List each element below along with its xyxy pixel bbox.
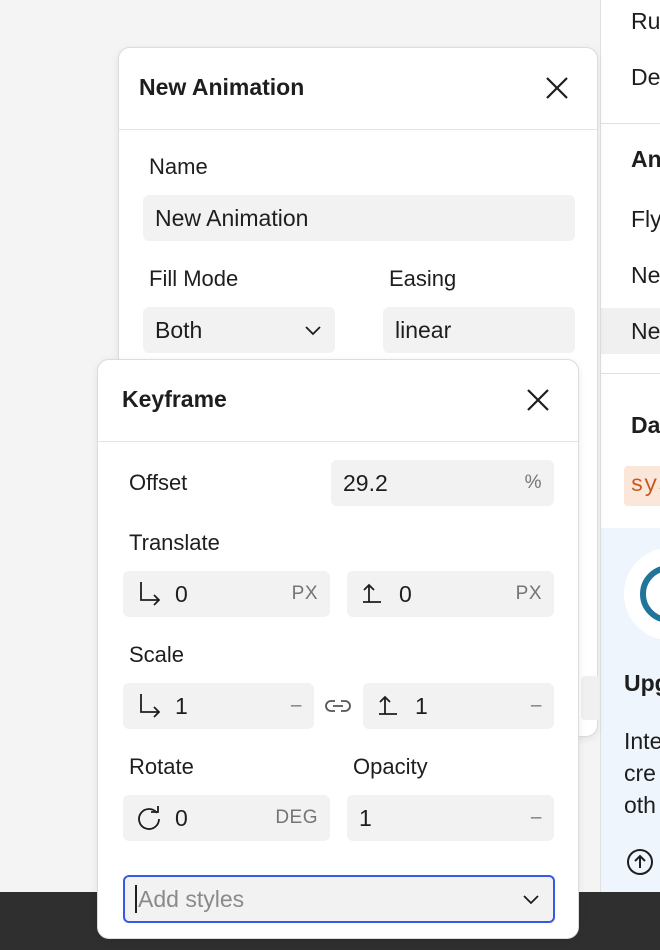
name-label: Name xyxy=(149,154,208,179)
sidebar-item-2[interactable]: De xyxy=(631,64,660,91)
axis-y-icon xyxy=(363,583,381,603)
promo-line-3: oth xyxy=(624,792,656,818)
name-input[interactable]: New Animation xyxy=(143,195,575,241)
sidebar-section-animations-title: An xyxy=(631,146,660,172)
hidden-row xyxy=(581,676,599,720)
axis-x-icon xyxy=(140,694,161,718)
rotate-input[interactable]: 0 DEG xyxy=(123,795,330,841)
opacity-label: Opacity xyxy=(353,754,428,779)
sidebar-divider xyxy=(601,373,660,374)
sidebar-section-data-title: Da xyxy=(631,412,660,438)
panel-header: Keyframe xyxy=(98,360,578,442)
sidebar-animation-item-1[interactable]: Fly xyxy=(631,206,660,233)
scale-y-input[interactable]: 1 – xyxy=(363,683,554,729)
sidebar-animation-item-2[interactable]: Ne xyxy=(631,262,660,289)
promo-line-1: Inte xyxy=(624,728,660,754)
panel-title: Keyframe xyxy=(122,386,227,412)
easing-input[interactable]: linear xyxy=(383,307,575,353)
none-unit: – xyxy=(290,695,302,716)
rotate-icon xyxy=(138,806,160,830)
right-sidebar: Ru De An Fly Ne Ne Da xyxy=(600,0,660,892)
translate-label: Translate xyxy=(129,530,220,555)
add-styles-input[interactable] xyxy=(138,885,521,913)
translate-y-input[interactable]: 0 PX xyxy=(347,571,554,617)
deg-unit: DEG xyxy=(275,807,318,828)
add-styles-combobox[interactable] xyxy=(123,875,555,923)
sidebar-divider xyxy=(601,123,660,124)
offset-label: Offset xyxy=(129,470,188,495)
axis-x-icon xyxy=(140,582,161,606)
fill-mode-select[interactable]: Both xyxy=(143,307,335,353)
wordpress-logo-icon xyxy=(624,548,660,640)
keyframe-panel: Keyframe Offset 29.2 % Translate 0 PX 0 … xyxy=(97,359,579,939)
sidebar-animation-item-3[interactable]: Ne xyxy=(631,318,660,345)
panel-title: New Animation xyxy=(139,74,305,100)
rotate-label: Rotate xyxy=(129,754,194,779)
close-icon[interactable] xyxy=(522,384,554,416)
wordpress-logo-wrap xyxy=(624,548,660,640)
sidebar-item-1[interactable]: Ru xyxy=(631,8,660,35)
panel-header: New Animation xyxy=(119,48,597,130)
easing-label: Easing xyxy=(389,266,457,291)
none-unit: – xyxy=(530,695,542,716)
none-unit: – xyxy=(530,807,542,828)
axis-y-icon xyxy=(379,695,397,715)
scale-label: Scale xyxy=(129,642,185,667)
px-unit: PX xyxy=(291,583,318,604)
scale-x-input[interactable]: 1 – xyxy=(123,683,314,729)
offset-input[interactable]: 29.2 % xyxy=(331,460,554,506)
opacity-input[interactable]: 1 – xyxy=(347,795,554,841)
promo-title: Upg xyxy=(624,670,660,696)
fill-mode-label: Fill Mode xyxy=(149,266,239,291)
chevron-down-icon[interactable] xyxy=(521,889,541,909)
percent-unit: % xyxy=(524,472,542,493)
arrow-up-circle-icon[interactable] xyxy=(626,848,654,876)
px-unit: PX xyxy=(515,583,542,604)
close-icon[interactable] xyxy=(541,72,573,104)
link-icon[interactable] xyxy=(323,691,353,721)
promo-line-2: cre xyxy=(624,760,656,786)
system-badge: sys xyxy=(624,466,660,506)
chevron-down-icon xyxy=(305,326,321,336)
text-caret xyxy=(135,885,137,913)
translate-x-input[interactable]: 0 PX xyxy=(123,571,330,617)
